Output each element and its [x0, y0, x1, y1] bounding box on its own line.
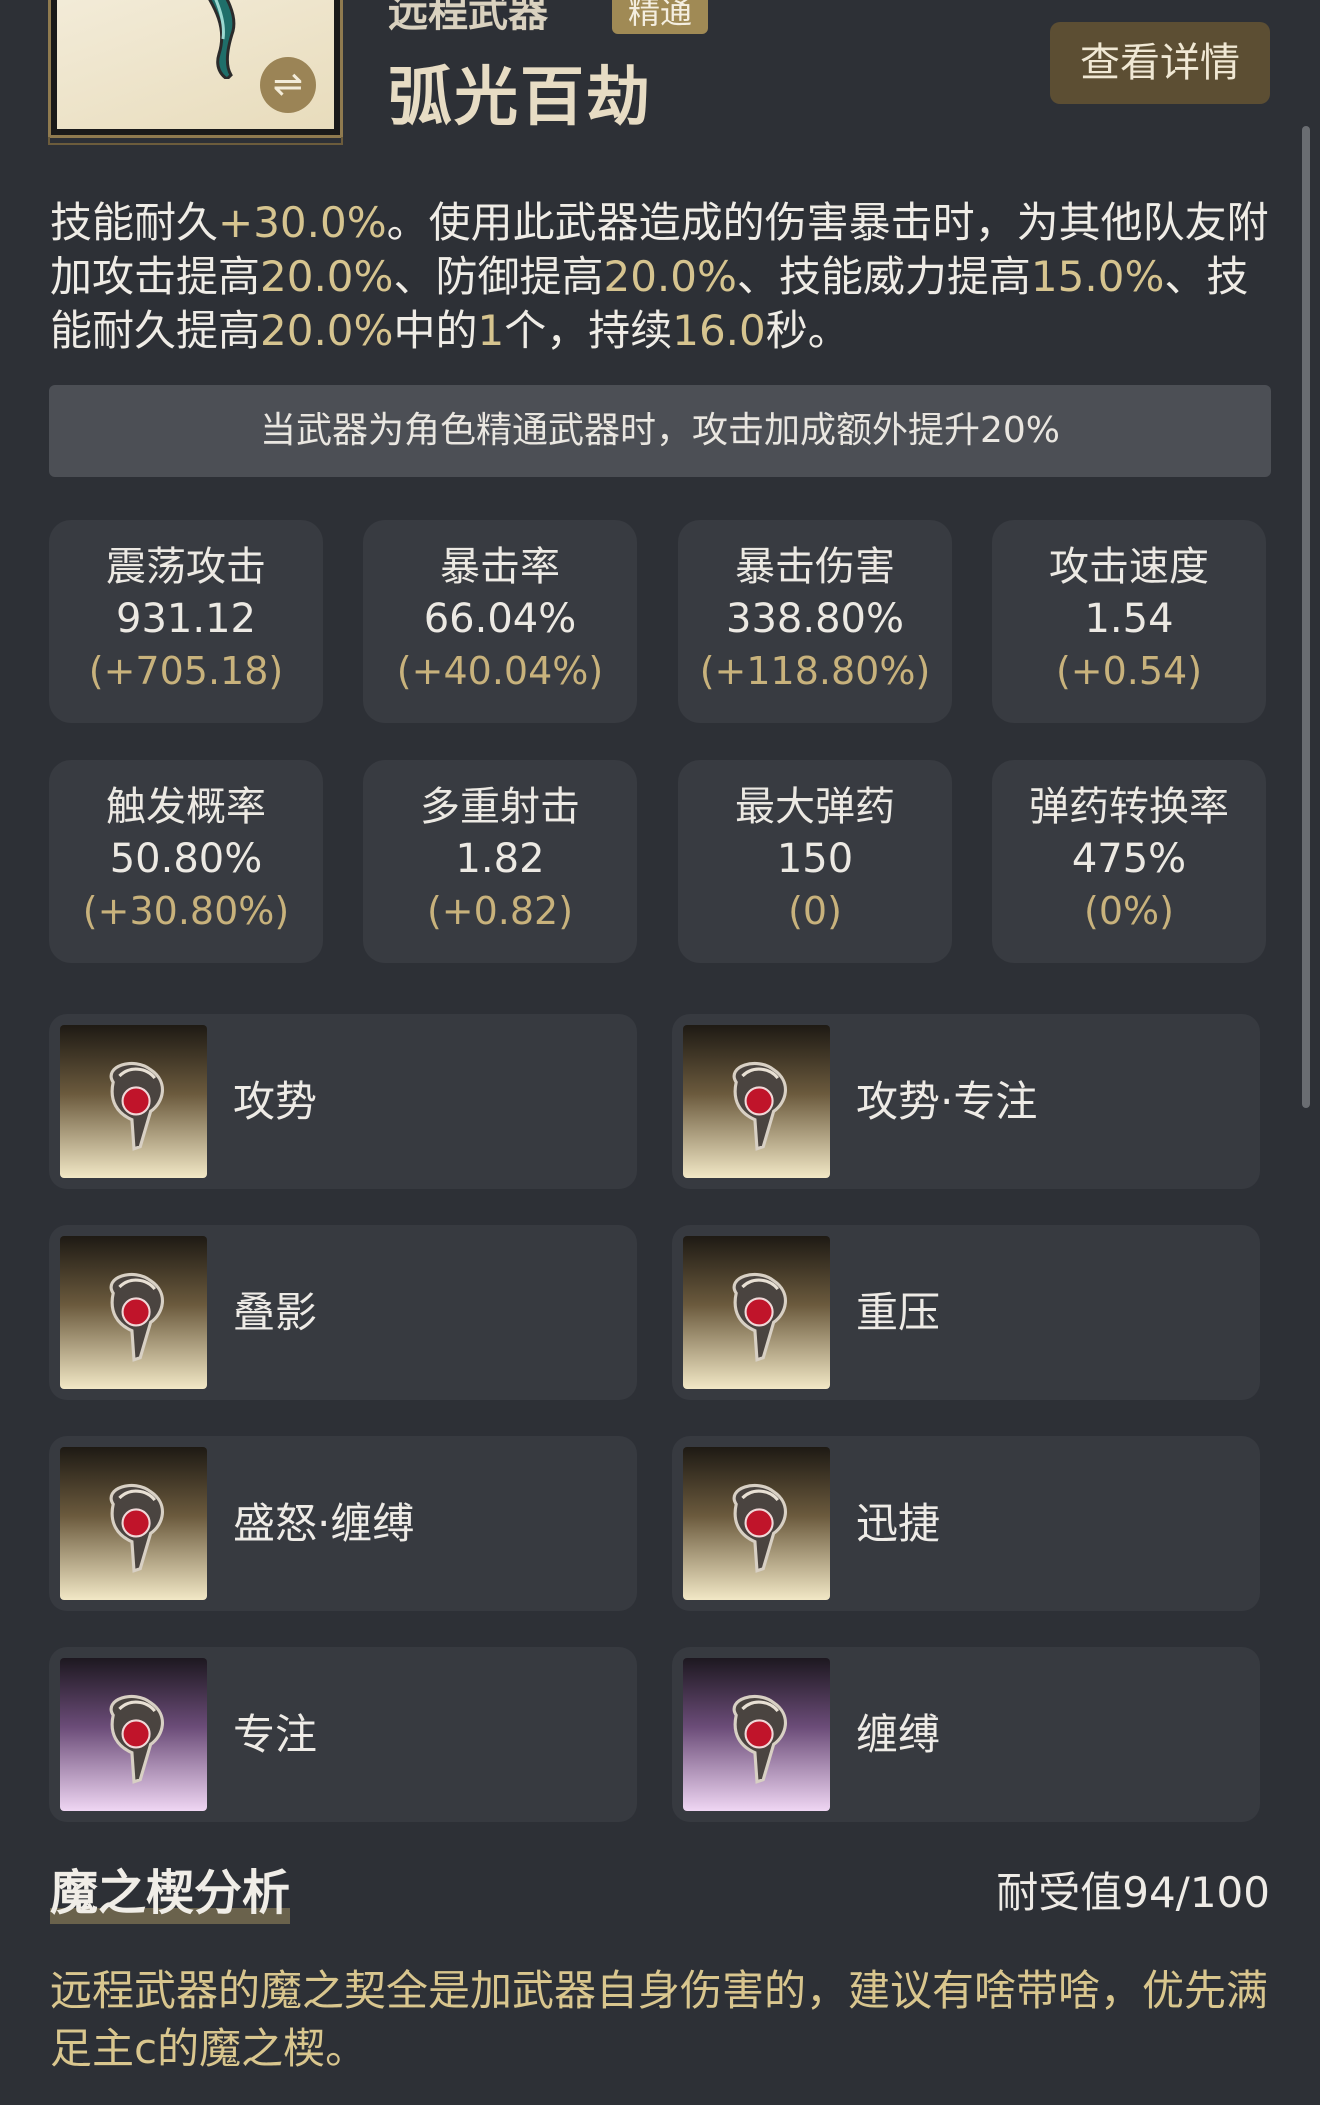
stat-card: 弹药转换率 475% (0%): [992, 760, 1266, 963]
stat-delta: (+705.18): [88, 649, 284, 693]
weapon-image-frame: ⇌: [48, 0, 343, 145]
swap-icon: ⇌: [272, 64, 304, 105]
stat-label: 最大弹药: [735, 784, 895, 830]
rune-image: [60, 1658, 207, 1811]
desc-text: 个，持续: [504, 306, 673, 355]
analysis-title: 魔之楔分析: [50, 1858, 291, 1928]
rune-image: [683, 1236, 830, 1389]
swap-weapon-button[interactable]: ⇌: [260, 57, 316, 113]
desc-text: 、防御提高: [393, 252, 604, 301]
stat-delta: (+30.80%): [82, 889, 290, 933]
desc-text: 、技能威力提高: [736, 252, 1031, 301]
rune-image: [683, 1658, 830, 1811]
mastery-badge: 精通: [612, 0, 709, 34]
stat-label: 暴击伤害: [735, 544, 895, 590]
rune-slot[interactable]: 迅捷: [672, 1436, 1260, 1611]
stat-label: 攻击速度: [1049, 544, 1209, 590]
desc-value: +30.0%: [218, 198, 387, 247]
rune-gem-icon: [109, 1694, 164, 1784]
stat-value: 931.12: [116, 596, 256, 642]
rune-image: [683, 1025, 830, 1178]
rune-gem-icon: [732, 1483, 787, 1573]
rune-gem-icon: [109, 1061, 164, 1151]
rune-gem-icon: [109, 1272, 164, 1362]
stat-card: 震荡攻击 931.12 (+705.18): [49, 520, 323, 723]
stat-value: 150: [776, 836, 854, 882]
stat-delta: (+40.04%): [396, 649, 604, 693]
weapon-description: 技能耐久+30.0%。使用此武器造成的伤害暴击时，为其他队友附加攻击提高20.0…: [50, 196, 1280, 358]
rune-name: 缠缚: [856, 1710, 941, 1759]
view-details-button[interactable]: 查看详情: [1050, 22, 1270, 104]
stat-value: 338.80%: [726, 596, 904, 642]
stat-value: 475%: [1071, 836, 1187, 882]
stat-card: 最大弹药 150 (0): [678, 760, 952, 963]
rune-slot[interactable]: 叠影: [49, 1225, 637, 1400]
rune-name: 重压: [856, 1288, 941, 1337]
rune-gem-icon: [732, 1694, 787, 1784]
stat-value: 50.80%: [109, 836, 263, 882]
rune-name: 攻势·专注: [856, 1077, 1038, 1126]
rune-name: 专注: [233, 1710, 318, 1759]
stat-value: 1.82: [455, 836, 545, 882]
rune-slot[interactable]: 攻势·专注: [672, 1014, 1260, 1189]
rune-gem-icon: [732, 1272, 787, 1362]
stat-label: 触发概率: [106, 784, 266, 830]
stat-card: 暴击伤害 338.80% (+118.80%): [678, 520, 952, 723]
stat-value: 66.04%: [423, 596, 577, 642]
desc-text: 中的: [393, 306, 478, 355]
stat-delta: (+118.80%): [699, 649, 931, 693]
desc-value: 16.0: [672, 306, 766, 355]
rune-image: [60, 1025, 207, 1178]
desc-text: 技能耐久: [50, 198, 219, 247]
stat-label: 暴击率: [440, 544, 560, 590]
rune-name: 叠影: [233, 1288, 318, 1337]
analysis-text: 远程武器的魔之契全是加武器自身伤害的，建议有啥带啥，优先满足主c的魔之楔。: [50, 1966, 1269, 2073]
stat-label: 震荡攻击: [106, 544, 266, 590]
stat-delta: (0%): [1084, 889, 1174, 933]
mastery-note: 当武器为角色精通武器时，攻击加成额外提升20%: [49, 385, 1271, 477]
rune-image: [60, 1447, 207, 1600]
rune-name: 迅捷: [856, 1499, 941, 1548]
weapon-type-label: 远程武器: [388, 0, 548, 36]
weapon-detail-page: ⇌ 远程武器 精通 弧光百劫 查看详情 技能耐久+30.0%。使用此武器造成的伤…: [0, 0, 1320, 2105]
rune-slot[interactable]: 重压: [672, 1225, 1260, 1400]
desc-value: 15.0%: [1030, 252, 1165, 301]
durability-value: 耐受值94/100: [996, 1868, 1270, 1917]
stat-card: 多重射击 1.82 (+0.82): [363, 760, 637, 963]
rune-image: [60, 1236, 207, 1389]
stat-delta: (+0.54): [1055, 649, 1203, 693]
stat-delta: (0): [788, 889, 842, 933]
desc-value: 20.0%: [260, 252, 394, 301]
stat-value: 1.54: [1084, 596, 1174, 642]
desc-value: 20.0%: [260, 306, 394, 355]
rune-slot[interactable]: 专注: [49, 1647, 637, 1822]
weapon-name: 弧光百劫: [388, 61, 652, 135]
weapon-image: ⇌: [57, 0, 334, 129]
rune-slot[interactable]: 攻势: [49, 1014, 637, 1189]
desc-value: 1: [477, 306, 505, 355]
rune-gem-icon: [732, 1061, 787, 1151]
rune-name: 攻势: [233, 1077, 318, 1126]
stat-delta: (+0.82): [426, 889, 574, 933]
stat-card: 暴击率 66.04% (+40.04%): [363, 520, 637, 723]
rune-name: 盛怒·缠缚: [233, 1499, 415, 1548]
rune-slot[interactable]: 盛怒·缠缚: [49, 1436, 637, 1611]
rune-image: [683, 1447, 830, 1600]
desc-value: 20.0%: [603, 252, 737, 301]
stat-card: 攻击速度 1.54 (+0.54): [992, 520, 1266, 723]
stat-card: 触发概率 50.80% (+30.80%): [49, 760, 323, 963]
rune-gem-icon: [109, 1483, 164, 1573]
desc-text: 秒。: [765, 306, 850, 355]
rune-slot[interactable]: 缠缚: [672, 1647, 1260, 1822]
stat-label: 弹药转换率: [1029, 784, 1229, 830]
stat-label: 多重射击: [420, 784, 580, 830]
scrollbar[interactable]: [1302, 126, 1310, 1108]
